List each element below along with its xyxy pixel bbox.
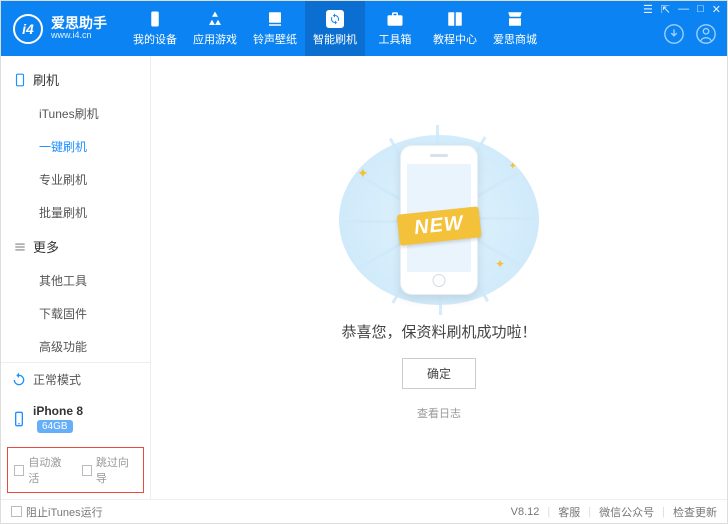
app-header: i4 爱思助手 www.i4.cn 我的设备 应用游戏 铃声壁纸 智能刷机 [1, 1, 727, 56]
sidebar-item-pro-flash[interactable]: 专业刷机 [39, 163, 150, 196]
status-bar: 阻止iTunes运行 V8.12 | 客服 | 微信公众号 | 检查更新 [1, 499, 727, 523]
support-link[interactable]: 客服 [558, 504, 580, 520]
device-info[interactable]: iPhone 8 64GB [1, 396, 150, 441]
main-content: ✦ ✦ ✦ NEW 恭喜您，保资料刷机成功啦！ 确定 查看日志 [151, 56, 727, 499]
phone-icon [146, 10, 164, 28]
nav-apps-games[interactable]: 应用游戏 [185, 1, 245, 56]
book-icon [446, 10, 464, 28]
device-mode[interactable]: 正常模式 [1, 363, 150, 396]
sidebar-item-oneclick-flash[interactable]: 一键刷机 [39, 130, 150, 163]
logo-badge: i4 [13, 14, 43, 44]
refresh-icon [326, 10, 344, 28]
nav-label: 教程中心 [433, 31, 477, 47]
nav-toolbox[interactable]: 工具箱 [365, 1, 425, 56]
music-icon [266, 10, 284, 28]
top-nav: 我的设备 应用游戏 铃声壁纸 智能刷机 工具箱 教程中心 [125, 1, 545, 56]
store-icon [506, 10, 524, 28]
device-name: iPhone 8 [33, 404, 83, 418]
flash-options: 自动激活 跳过向导 [7, 447, 144, 493]
user-controls [663, 23, 717, 45]
block-itunes-checkbox[interactable]: 阻止iTunes运行 [11, 504, 103, 520]
nav-my-device[interactable]: 我的设备 [125, 1, 185, 56]
nav-label: 铃声壁纸 [253, 31, 297, 47]
sidebar-item-download-firmware[interactable]: 下载固件 [39, 297, 150, 330]
nav-label: 智能刷机 [313, 31, 357, 47]
sidebar-item-advanced[interactable]: 高级功能 [39, 330, 150, 362]
nav-label: 应用游戏 [193, 31, 237, 47]
settings-icon[interactable]: ☰ [643, 3, 653, 16]
logo-title: 爱思助手 [51, 16, 107, 31]
nav-store[interactable]: 爱思商城 [485, 1, 545, 56]
menu-icon [13, 240, 27, 254]
sidebar: 刷机 iTunes刷机 一键刷机 专业刷机 批量刷机 更多 其他工具 下载固件 … [1, 56, 151, 499]
success-illustration: ✦ ✦ ✦ NEW [339, 135, 539, 305]
sidebar-item-itunes-flash[interactable]: iTunes刷机 [39, 97, 150, 130]
apps-icon [206, 10, 224, 28]
logo: i4 爱思助手 www.i4.cn [1, 14, 119, 44]
nav-ringtones[interactable]: 铃声壁纸 [245, 1, 305, 56]
window-controls: ☰ ⇱ — □ ✕ [643, 3, 721, 16]
toolbox-icon [386, 10, 404, 28]
nav-label: 工具箱 [379, 31, 412, 47]
maximize-icon[interactable]: □ [697, 3, 704, 16]
refresh-blue-icon [11, 372, 27, 388]
sidebar-group-flash[interactable]: 刷机 [1, 62, 150, 97]
close-icon[interactable]: ✕ [712, 3, 721, 16]
wechat-link[interactable]: 微信公众号 [599, 504, 654, 520]
minimize-icon[interactable]: — [678, 3, 689, 16]
sidebar-group-title: 更多 [33, 237, 59, 256]
user-icon[interactable] [695, 23, 717, 45]
sidebar-item-batch-flash[interactable]: 批量刷机 [39, 196, 150, 229]
skip-guide-checkbox[interactable]: 跳过向导 [82, 454, 138, 486]
sidebar-item-other-tools[interactable]: 其他工具 [39, 264, 150, 297]
version-label: V8.12 [511, 506, 540, 518]
nav-tutorials[interactable]: 教程中心 [425, 1, 485, 56]
nav-smart-flash[interactable]: 智能刷机 [305, 1, 365, 56]
check-update-link[interactable]: 检查更新 [673, 504, 717, 520]
device-mode-label: 正常模式 [33, 371, 81, 388]
logo-subtitle: www.i4.cn [51, 31, 107, 41]
confirm-button[interactable]: 确定 [402, 358, 476, 389]
pin-icon[interactable]: ⇱ [661, 3, 670, 16]
auto-activate-checkbox[interactable]: 自动激活 [14, 454, 70, 486]
device-storage-badge: 64GB [37, 420, 73, 433]
download-icon[interactable] [663, 23, 685, 45]
device-phone-icon [11, 411, 27, 427]
nav-label: 爱思商城 [493, 31, 537, 47]
success-message: 恭喜您，保资料刷机成功啦！ [341, 321, 536, 342]
sidebar-group-title: 刷机 [33, 70, 59, 89]
sidebar-group-more[interactable]: 更多 [1, 229, 150, 264]
nav-label: 我的设备 [133, 31, 177, 47]
phone-outline-icon [13, 73, 27, 87]
view-log-link[interactable]: 查看日志 [417, 405, 461, 421]
